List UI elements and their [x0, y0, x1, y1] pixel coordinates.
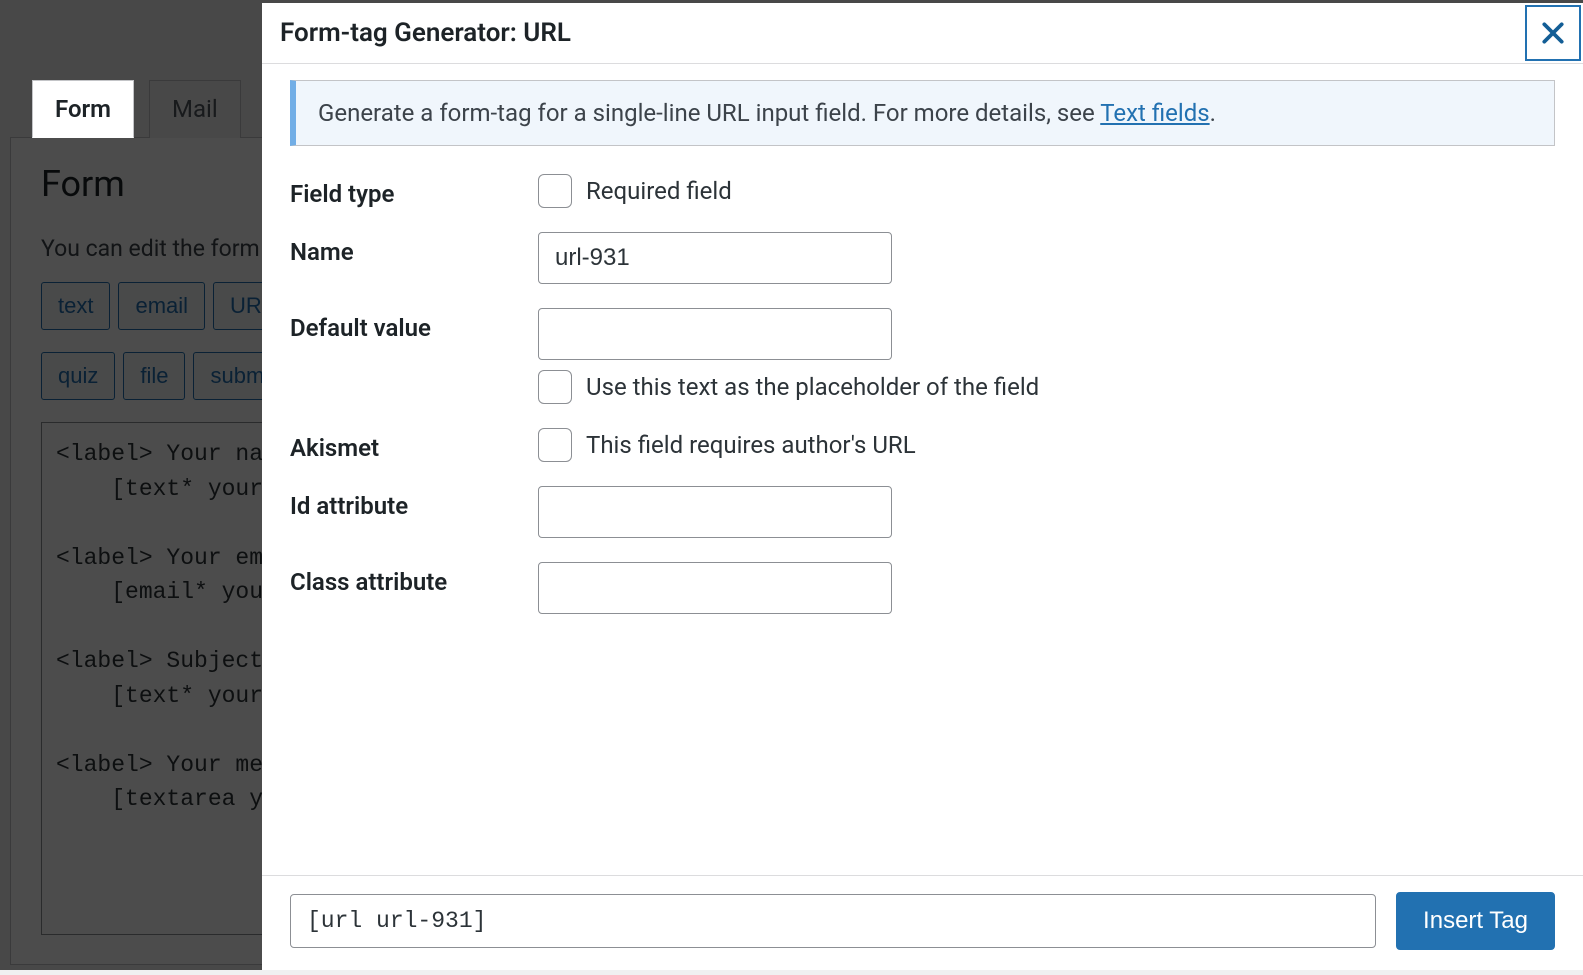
default-value-input[interactable]: [538, 308, 892, 360]
id-attr-input[interactable]: [538, 486, 892, 538]
tab-form[interactable]: Form: [32, 80, 134, 138]
name-input[interactable]: [538, 232, 892, 284]
id-attr-row: Id attribute: [290, 486, 1555, 538]
modal-footer: Insert Tag: [262, 875, 1583, 970]
akismet-checkbox-label: This field requires author's URL: [586, 431, 916, 459]
field-type-label: Field type: [290, 174, 538, 208]
placeholder-checkbox-label: Use this text as the placeholder of the …: [586, 373, 1039, 401]
required-field-checkbox[interactable]: [538, 174, 572, 208]
akismet-row: Akismet This field requires author's URL: [290, 428, 1555, 462]
field-type-row: Field type Required field: [290, 174, 1555, 208]
info-box: Generate a form-tag for a single-line UR…: [290, 80, 1555, 146]
default-value-row: Default value: [290, 308, 1555, 360]
text-fields-link[interactable]: Text fields: [1100, 99, 1209, 127]
default-value-label: Default value: [290, 308, 538, 342]
class-attr-label: Class attribute: [290, 562, 538, 596]
akismet-label: Akismet: [290, 428, 538, 462]
modal-body: Generate a form-tag for a single-line UR…: [262, 64, 1583, 875]
placeholder-checkbox[interactable]: [538, 370, 572, 404]
placeholder-option-row: Use this text as the placeholder of the …: [538, 370, 1555, 404]
name-row: Name: [290, 232, 1555, 284]
modal-title: Form-tag Generator: URL: [280, 18, 571, 48]
class-attr-input[interactable]: [538, 562, 892, 614]
close-button[interactable]: [1525, 5, 1581, 61]
info-text-after: .: [1210, 99, 1216, 127]
close-icon: [1540, 20, 1566, 46]
akismet-checkbox[interactable]: [538, 428, 572, 462]
form-tag-generator-modal: Form-tag Generator: URL Generate a form-…: [262, 3, 1583, 970]
modal-header: Form-tag Generator: URL: [262, 3, 1583, 64]
name-label: Name: [290, 232, 538, 266]
insert-tag-button[interactable]: Insert Tag: [1396, 892, 1555, 950]
class-attr-row: Class attribute: [290, 562, 1555, 614]
tag-output-field[interactable]: [290, 894, 1376, 948]
required-field-label: Required field: [586, 177, 732, 205]
id-attr-label: Id attribute: [290, 486, 538, 520]
info-text-before: Generate a form-tag for a single-line UR…: [318, 99, 1100, 127]
